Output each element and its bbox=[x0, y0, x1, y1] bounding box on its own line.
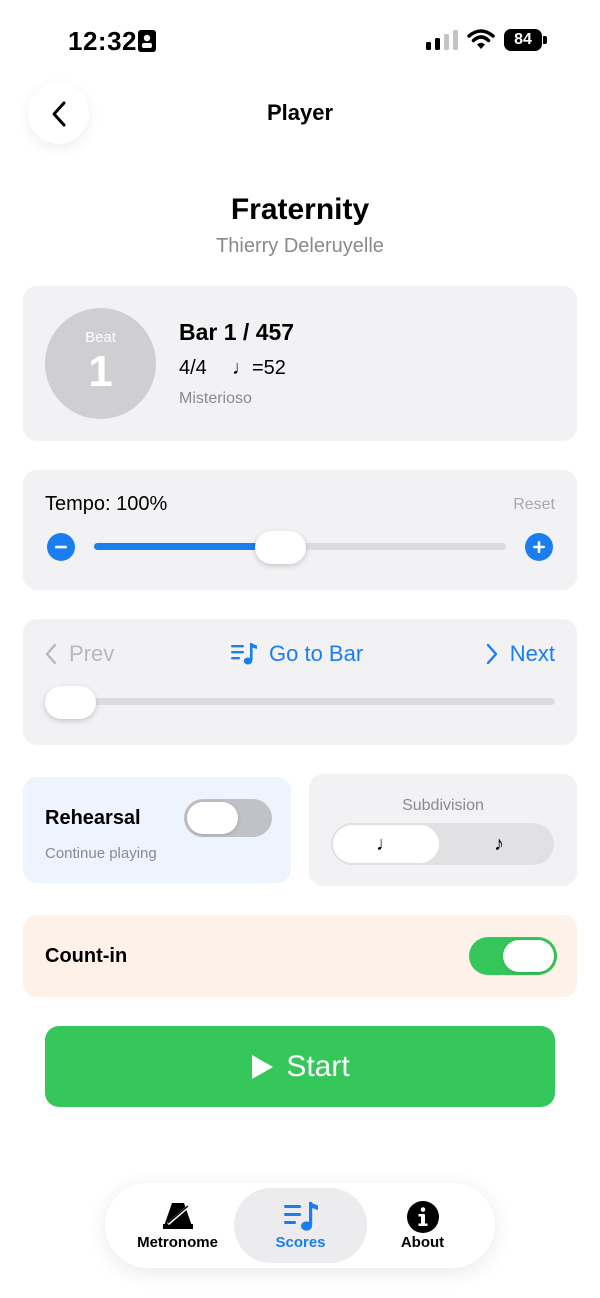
info-icon bbox=[406, 1201, 439, 1233]
status-bar: 12:32 84 bbox=[0, 0, 600, 80]
tab-scores[interactable]: Scores bbox=[234, 1188, 367, 1263]
beat-label: Beat bbox=[85, 329, 116, 346]
play-icon bbox=[252, 1054, 274, 1079]
minus-circle-icon bbox=[55, 545, 67, 549]
start-label: Start bbox=[286, 1049, 350, 1083]
battery-tip bbox=[543, 36, 547, 44]
tab-about[interactable]: About bbox=[356, 1188, 489, 1263]
go-to-bar-button[interactable]: Go to Bar bbox=[231, 641, 363, 667]
prev-button[interactable]: Prev bbox=[45, 641, 114, 667]
next-label: Next bbox=[509, 641, 555, 666]
tempo-marking: ♩=52 bbox=[232, 357, 286, 379]
subdivision-label: Subdivision bbox=[402, 797, 484, 814]
prev-label: Prev bbox=[69, 641, 115, 666]
beat-card: Beat 1 Bar 1 / 457 4/4 ♩=52 Misterioso bbox=[23, 286, 577, 441]
chevron-right-icon bbox=[486, 643, 497, 665]
battery-indicator: 84 bbox=[504, 29, 542, 51]
status-time: 12:32 bbox=[68, 26, 137, 56]
bar-slider-thumb[interactable] bbox=[45, 686, 96, 719]
beat-indicator: Beat 1 bbox=[45, 308, 156, 419]
subdivision-control: ♩ ♪ bbox=[331, 823, 554, 865]
beat-number: 1 bbox=[88, 347, 113, 396]
tab-bar: Metronome Scores About bbox=[105, 1183, 495, 1268]
tab-label: About bbox=[400, 1234, 445, 1251]
next-button[interactable]: Next bbox=[486, 641, 555, 667]
music-list-icon bbox=[231, 643, 257, 665]
bar-navigation-card: Prev Go to Bar Next bbox=[23, 619, 577, 745]
rehearsal-label: Rehearsal bbox=[45, 807, 141, 829]
reset-button[interactable]: Reset bbox=[513, 496, 555, 514]
tab-label: Scores bbox=[275, 1234, 326, 1251]
tempo-label: Tempo: 100% bbox=[45, 493, 168, 515]
start-button[interactable]: Start bbox=[45, 1026, 555, 1107]
count-in-toggle[interactable] bbox=[469, 937, 557, 975]
tempo-slider-fill bbox=[94, 543, 276, 550]
tempo-card: Tempo: 100% Reset bbox=[23, 470, 577, 590]
id-card-icon bbox=[138, 30, 156, 57]
tab-metronome[interactable]: Metronome bbox=[111, 1188, 244, 1263]
bar-count: Bar 1 / 457 bbox=[179, 319, 295, 345]
toggle-knob bbox=[187, 802, 238, 834]
rehearsal-subtitle: Continue playing bbox=[45, 845, 157, 862]
tempo-decrease-button[interactable] bbox=[47, 533, 75, 561]
music-list-icon bbox=[283, 1202, 318, 1231]
tempo-slider-thumb[interactable] bbox=[254, 531, 306, 564]
go-to-bar-label: Go to Bar bbox=[269, 641, 364, 666]
rehearsal-toggle[interactable] bbox=[184, 799, 272, 837]
expression-marking: Misterioso bbox=[179, 390, 252, 407]
subdivision-quarter-option[interactable]: ♩ bbox=[333, 825, 439, 863]
count-in-card: Count-in bbox=[23, 915, 577, 997]
bar-slider[interactable] bbox=[45, 698, 555, 705]
time-signature: 4/4 bbox=[179, 357, 207, 379]
subdivision-eighth-option[interactable]: ♪ bbox=[446, 825, 552, 863]
tempo-increase-button[interactable] bbox=[525, 533, 553, 561]
cellular-signal-icon bbox=[426, 30, 458, 50]
song-title: Fraternity bbox=[230, 193, 370, 226]
toggle-knob bbox=[503, 940, 554, 972]
song-composer: Thierry Deleruyelle bbox=[216, 235, 384, 257]
wifi-icon bbox=[467, 28, 495, 55]
metronome-icon bbox=[162, 1203, 193, 1229]
count-in-label: Count-in bbox=[45, 945, 128, 967]
rehearsal-card: Rehearsal Continue playing bbox=[23, 777, 291, 883]
chevron-left-icon bbox=[45, 643, 57, 665]
plus-circle-icon bbox=[533, 541, 545, 553]
tab-label: Metronome bbox=[137, 1234, 218, 1251]
page-title: Player bbox=[266, 100, 334, 125]
subdivision-card: Subdivision ♩ ♪ bbox=[309, 774, 577, 886]
